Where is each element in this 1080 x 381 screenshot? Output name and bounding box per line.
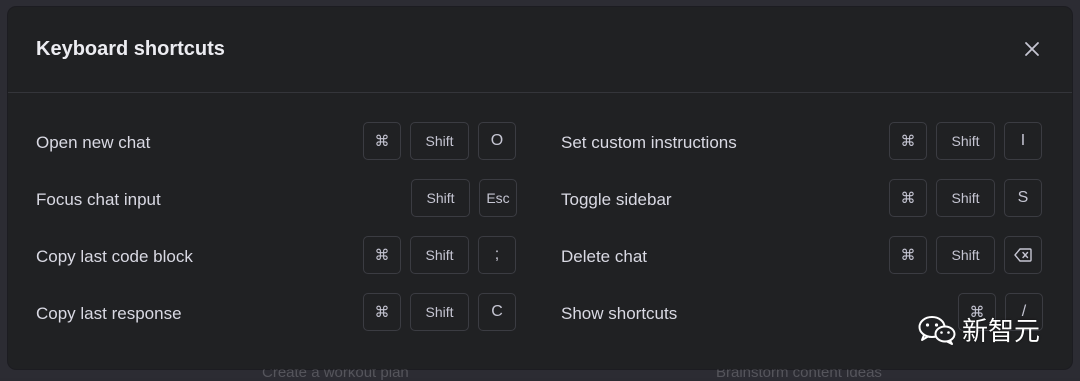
shift-key: Shift xyxy=(410,293,469,331)
shift-key: Shift xyxy=(410,122,469,160)
shortcut-label: Open new chat xyxy=(36,133,151,152)
command-key: ⌘ xyxy=(889,122,927,160)
shortcut-label: Delete chat xyxy=(561,247,647,266)
shortcut-focus-chat-input: Focus chat input Shift Esc xyxy=(36,179,519,219)
shortcut-label: Set custom instructions xyxy=(561,133,737,152)
shift-key: Shift xyxy=(936,179,995,217)
backspace-icon xyxy=(1014,248,1032,262)
shortcut-toggle-sidebar: Toggle sidebar ⌘ Shift S xyxy=(561,179,1045,219)
watermark: 新智元 xyxy=(918,311,1040,348)
command-key: ⌘ xyxy=(363,293,401,331)
shortcut-delete-chat: Delete chat ⌘ Shift xyxy=(561,236,1045,276)
dialog-header: Keyboard shortcuts xyxy=(8,7,1072,93)
shortcut-label: Copy last code block xyxy=(36,247,193,266)
command-key: ⌘ xyxy=(363,236,401,274)
shortcut-keys: ⌘ Shift C xyxy=(363,293,516,331)
shift-key: Shift xyxy=(411,179,470,217)
shortcut-copy-last-code-block: Copy last code block ⌘ Shift ; xyxy=(36,236,519,276)
dialog-title: Keyboard shortcuts xyxy=(36,38,225,60)
shortcut-copy-last-response: Copy last response ⌘ Shift C xyxy=(36,293,519,333)
letter-key: C xyxy=(478,293,516,331)
shortcut-keys: ⌘ Shift ; xyxy=(363,236,516,274)
shift-key: Shift xyxy=(936,236,995,274)
shortcut-keys: ⌘ Shift I xyxy=(889,122,1042,160)
command-key: ⌘ xyxy=(889,236,927,274)
letter-key: O xyxy=(478,122,516,160)
wechat-icon xyxy=(918,315,956,345)
shortcut-open-new-chat: Open new chat ⌘ Shift O xyxy=(36,122,519,162)
shortcut-set-custom-instructions: Set custom instructions ⌘ Shift I xyxy=(561,122,1045,162)
shortcut-label: Copy last response xyxy=(36,304,182,323)
backspace-key xyxy=(1004,236,1042,274)
watermark-text: 新智元 xyxy=(962,317,1041,347)
shortcut-label: Focus chat input xyxy=(36,190,161,209)
close-icon xyxy=(1025,42,1039,56)
shortcut-keys: ⌘ Shift xyxy=(889,236,1042,274)
shortcut-label: Toggle sidebar xyxy=(561,190,672,209)
shortcut-keys: Shift Esc xyxy=(411,179,517,217)
shortcut-label: Show shortcuts xyxy=(561,304,678,323)
letter-key: I xyxy=(1004,122,1042,160)
close-button[interactable] xyxy=(1020,37,1044,61)
semicolon-key: ; xyxy=(478,236,516,274)
shortcut-keys: ⌘ Shift S xyxy=(889,179,1042,217)
escape-key: Esc xyxy=(479,179,517,217)
command-key: ⌘ xyxy=(889,179,927,217)
shift-key: Shift xyxy=(410,236,469,274)
keyboard-shortcuts-dialog: Keyboard shortcuts Open new chat ⌘ Shift… xyxy=(8,7,1072,369)
shift-key: Shift xyxy=(936,122,995,160)
letter-key: S xyxy=(1004,179,1042,217)
command-key: ⌘ xyxy=(363,122,401,160)
shortcut-keys: ⌘ Shift O xyxy=(363,122,516,160)
